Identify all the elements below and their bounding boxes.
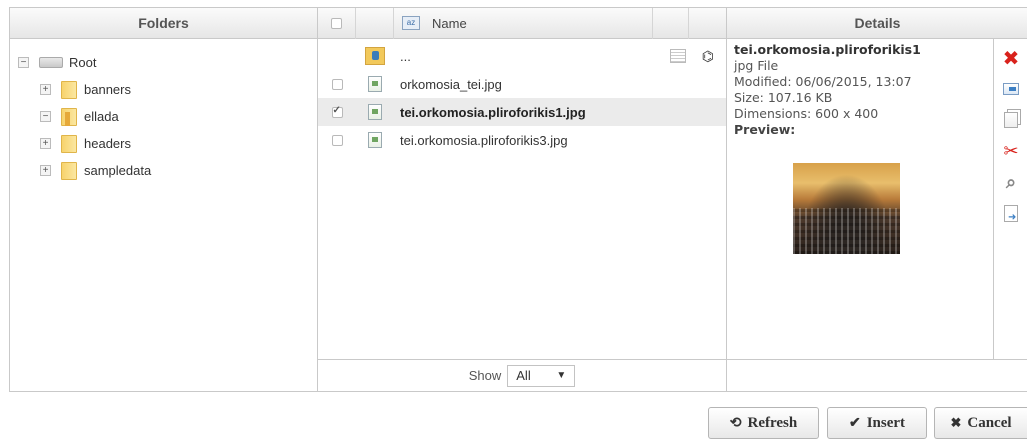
drive-icon <box>39 57 63 68</box>
collapse-icon[interactable]: − <box>40 111 51 122</box>
refresh-button-label: Refresh <box>747 414 798 431</box>
dropdown-arrow-icon: ▼ <box>556 370 567 381</box>
file-row-selected[interactable]: tei.orkomosia.pliroforikis1.jpg <box>318 98 726 126</box>
binoculars-icon[interactable]: ⌬ <box>702 48 714 65</box>
folders-header: Folders <box>10 8 317 39</box>
files-footer: Show All ▼ <box>318 359 726 391</box>
folder-open-icon <box>61 107 77 126</box>
folder-icon <box>61 161 77 180</box>
close-icon[interactable]: ✖ <box>1001 46 1021 70</box>
file-actions-toolbar: ✖ ✂ ⌕ ➜ <box>993 39 1027 359</box>
details-body: tei.orkomosia.pliroforikis1 jpg File Mod… <box>727 39 1027 359</box>
image-file-icon <box>368 104 382 120</box>
refresh-button[interactable]: ⟲ Refresh <box>708 407 819 439</box>
collapse-icon[interactable]: − <box>18 57 29 68</box>
image-file-icon <box>368 132 382 148</box>
folder-up-icon <box>365 47 385 65</box>
cancel-button-label: Cancel <box>967 414 1012 431</box>
column-header-extra <box>653 7 689 39</box>
show-filter-value: All <box>516 368 531 383</box>
up-folder-label: ... <box>400 48 411 64</box>
insert-button-label: Insert <box>866 414 906 431</box>
details-header: Details <box>727 8 1027 39</box>
check-icon: ✔ <box>848 415 861 431</box>
tree-root[interactable]: − Root <box>18 49 317 76</box>
details-file-type: jpg File <box>734 58 779 73</box>
file-row[interactable]: tei.orkomosia.pliroforikis3.jpg <box>318 126 726 154</box>
tree-item-banners[interactable]: + banners <box>18 76 317 103</box>
details-size: Size: 107.16 KB <box>734 90 833 105</box>
details-preview-label: Preview: <box>734 122 796 137</box>
copy-icon[interactable] <box>1001 110 1021 130</box>
name-header-label: Name <box>432 15 467 31</box>
cut-icon[interactable]: ✂ <box>1001 141 1021 162</box>
file-list: ... ⌬ orkomosia_tei.jpg tei.orkomosia.pl… <box>318 39 726 154</box>
image-file-icon <box>368 76 382 92</box>
file-row-up[interactable]: ... ⌬ <box>318 42 726 70</box>
expand-icon[interactable]: + <box>40 138 51 149</box>
magnifier-icon[interactable]: ⌕ <box>1001 172 1021 193</box>
tree-item-headers[interactable]: + headers <box>18 130 317 157</box>
details-footer <box>727 359 1027 391</box>
tree-item-label: sampledata <box>84 163 152 178</box>
rename-icon[interactable] <box>1001 79 1021 99</box>
sort-icon[interactable]: az <box>402 16 420 30</box>
icon-column-header <box>356 7 394 39</box>
view-list-icon[interactable] <box>669 49 686 63</box>
file-name: tei.orkomosia.pliroforikis1.jpg <box>400 104 586 120</box>
tree-item-sampledata[interactable]: + sampledata <box>18 157 317 184</box>
tree-item-label: headers <box>84 136 131 151</box>
tree-root-label: Root <box>69 55 97 70</box>
tree-item-label: banners <box>84 82 131 97</box>
file-manager-window: Folders − Root + banners − ellada + head… <box>9 7 1027 392</box>
close-icon: ✖ <box>950 415 962 430</box>
files-header: az Name <box>318 7 726 39</box>
tree-item-ellada[interactable]: − ellada <box>18 103 317 130</box>
details-modified: Modified: 06/06/2015, 13:07 <box>734 74 912 89</box>
file-details: tei.orkomosia.pliroforikis1 jpg File Mod… <box>734 42 989 138</box>
file-checkbox[interactable] <box>331 78 343 90</box>
refresh-icon: ⟲ <box>729 415 742 431</box>
file-row[interactable]: orkomosia_tei.jpg <box>318 70 726 98</box>
insert-button[interactable]: ✔ Insert <box>827 407 927 439</box>
column-header-extra <box>689 8 725 39</box>
folders-panel: Folders − Root + banners − ellada + head… <box>10 8 318 391</box>
download-icon[interactable]: ➜ <box>1001 203 1021 223</box>
show-label: Show <box>468 368 502 383</box>
expand-icon[interactable]: + <box>40 84 51 95</box>
file-checkbox-checked[interactable] <box>331 105 343 118</box>
folder-tree: − Root + banners − ellada + headers + sa… <box>10 39 317 184</box>
file-name: orkomosia_tei.jpg <box>400 76 502 92</box>
tree-item-label: ellada <box>84 109 119 124</box>
file-name: tei.orkomosia.pliroforikis3.jpg <box>400 132 568 148</box>
details-dimensions: Dimensions: 600 x 400 <box>734 106 879 121</box>
folder-icon <box>61 134 77 153</box>
image-preview <box>793 163 900 254</box>
show-filter-select[interactable]: All ▼ <box>507 364 576 387</box>
cancel-button[interactable]: ✖ Cancel <box>934 407 1027 439</box>
name-column-header[interactable]: az Name <box>394 7 653 39</box>
expand-icon[interactable]: + <box>40 165 51 176</box>
details-panel: Details tei.orkomosia.pliroforikis1 jpg … <box>727 8 1027 391</box>
folder-icon <box>61 80 77 99</box>
details-file-title: tei.orkomosia.pliroforikis1 <box>734 42 921 57</box>
select-all-cell <box>318 7 356 39</box>
file-checkbox[interactable] <box>331 134 343 146</box>
select-all-checkbox[interactable] <box>331 17 342 29</box>
files-panel: az Name ... ⌬ orkomosia_tei.jpg ✓ tei.or… <box>318 7 727 391</box>
